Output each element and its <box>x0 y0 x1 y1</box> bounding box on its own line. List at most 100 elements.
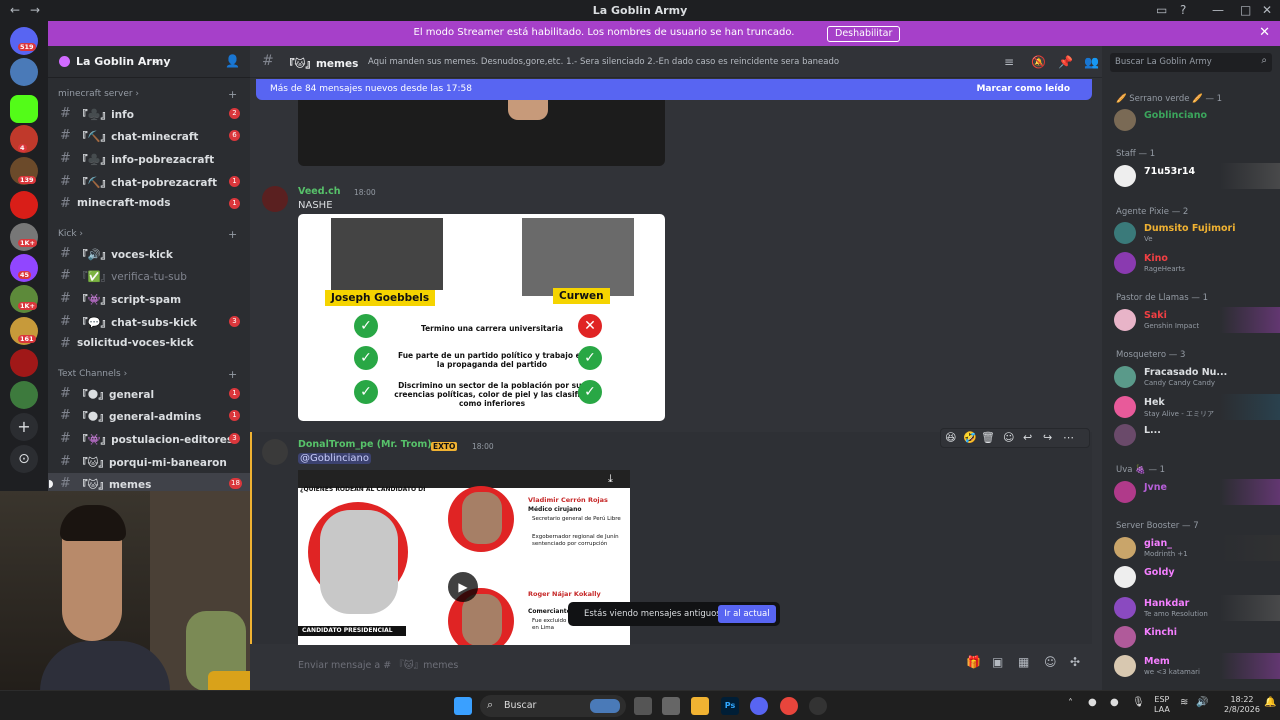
member-item[interactable]: 71u53r14 <box>1102 163 1280 189</box>
new-messages-bar[interactable]: Más de 84 mensajes nuevos desde las 17:5… <box>256 79 1092 100</box>
threads-icon[interactable]: ≡ <box>1004 55 1014 69</box>
channel-voces-kick[interactable]: # 『🔊』voces-kick <box>48 243 250 264</box>
channel-info[interactable]: # 『♣️』info 2 <box>48 103 250 124</box>
start-menu-icon[interactable] <box>454 697 472 715</box>
more-options-icon[interactable]: ⋯ <box>1063 431 1074 444</box>
channel-topic[interactable]: Aqui manden sus memes. Desnudos,gore,etc… <box>368 57 839 67</box>
mark-as-read-button[interactable]: Marcar como leído <box>976 84 1070 94</box>
chrome-icon[interactable] <box>780 697 798 715</box>
member-item[interactable]: Mem we <3 katamari <box>1102 653 1280 679</box>
channel-general-admins[interactable]: # 『🌑』general-admins 1 <box>48 405 250 426</box>
kick-guild-icon[interactable] <box>10 95 38 123</box>
previous-image-attachment[interactable] <box>298 100 665 166</box>
discord-icon[interactable] <box>750 697 768 715</box>
taskbar-search[interactable]: ⌕ Buscar <box>480 695 626 717</box>
add-server-icon[interactable]: + <box>10 413 38 441</box>
help-icon[interactable]: ? <box>1180 3 1186 17</box>
reaction-icon[interactable]: 😆 <box>945 431 956 444</box>
maximize-icon[interactable]: □ <box>1240 3 1251 17</box>
invite-people-icon[interactable]: 👤 <box>225 54 240 68</box>
guild-icon[interactable] <box>10 381 38 409</box>
user-mention[interactable]: @Goblinciano <box>298 453 371 464</box>
jump-to-present-button[interactable]: Ir al actual <box>718 605 776 623</box>
notifications-muted-icon[interactable]: 🔕 <box>1031 55 1046 69</box>
member-item[interactable]: Saki Genshin Impact <box>1102 307 1280 333</box>
member-item[interactable]: Goblinciano <box>1102 107 1280 133</box>
category-text-channels[interactable]: Text Channels › + <box>58 368 237 381</box>
member-item[interactable]: Jvne <box>1102 479 1280 505</box>
guild-icon[interactable] <box>10 349 38 377</box>
avatar[interactable] <box>262 439 288 465</box>
server-header[interactable]: La Goblin Army ⌄ 👤 <box>48 46 250 78</box>
file-explorer-icon[interactable] <box>691 697 709 715</box>
wifi-icon[interactable]: ≋ <box>1180 698 1188 708</box>
message-input[interactable]: Enviar mensaje a # 『🐱』memes 🎁 ▣ ▦ ☺ ✣ <box>286 650 1092 676</box>
member-list-icon[interactable]: 👥 <box>1084 55 1099 69</box>
apps-icon[interactable]: ✣ <box>1070 655 1080 669</box>
disable-streamer-button[interactable]: Deshabilitar <box>827 26 901 42</box>
tray-icon[interactable]: ● <box>1110 698 1119 708</box>
guild-icon[interactable] <box>10 191 38 219</box>
notifications-icon[interactable]: 🔔 <box>1264 698 1276 708</box>
channel-chat-minecraft[interactable]: # 『⛏️』chat-minecraft 6 <box>48 125 250 146</box>
microphone-icon[interactable]: 🎙 <box>1132 698 1145 708</box>
member-item[interactable]: Kinchi <box>1102 624 1280 650</box>
member-item[interactable]: Goldy <box>1102 564 1280 590</box>
reaction-icon[interactable]: 🤣 <box>963 431 977 444</box>
message-time: 18:00 <box>354 188 376 197</box>
minimize-icon[interactable]: — <box>1212 3 1224 17</box>
channel-solicitud-voces-kick[interactable]: # solicitud-voces-kick <box>48 333 250 354</box>
close-banner-icon[interactable]: ✕ <box>1259 25 1270 40</box>
meme-image-attachment[interactable]: Joseph Goebbels Curwen ✓ Termino una car… <box>298 214 665 421</box>
gift-icon[interactable]: 🎁 <box>966 655 981 669</box>
download-icon[interactable]: ⤓ <box>608 472 613 486</box>
goebbels-photo <box>331 218 443 290</box>
gif-icon[interactable]: ▣ <box>992 655 1003 669</box>
close-icon[interactable]: ✕ <box>1262 3 1272 17</box>
channel-memes[interactable]: # 『🐱』memes 18 <box>48 473 250 492</box>
play-icon[interactable]: ▶ <box>448 572 478 602</box>
reply-icon[interactable]: ↩ <box>1023 431 1032 444</box>
tray-icon[interactable]: ● <box>1088 698 1097 708</box>
task-view-icon[interactable] <box>634 697 652 715</box>
sticker-icon[interactable]: ▦ <box>1018 655 1029 669</box>
channel-postulacion-editores[interactable]: # 『👾』postulacion-editores 3 <box>48 428 250 449</box>
person1-role: Médico cirujano <box>528 506 582 513</box>
chevron-up-icon[interactable]: ˄ <box>1068 699 1073 709</box>
guild-icon[interactable] <box>10 58 38 86</box>
server-search-input[interactable]: Buscar La Goblin Army ⌕ <box>1110 53 1272 72</box>
member-item[interactable]: Hankdar Te amo Resolution <box>1102 595 1280 621</box>
category-kick[interactable]: Kick › + <box>58 228 237 241</box>
add-reaction-icon[interactable]: ☺ <box>1003 431 1014 444</box>
channel-script-spam[interactable]: # 『👾』script-spam <box>48 288 250 309</box>
inbox-icon[interactable]: ▭ <box>1156 3 1167 17</box>
emoji-icon[interactable]: ☺ <box>1044 655 1057 669</box>
channel-verifica-tu-sub[interactable]: # 『✅』verifica-tu-sub <box>48 265 250 286</box>
message-author[interactable]: Veed.ch <box>298 186 341 197</box>
channel-chat-pobrezacraft[interactable]: # 『⛏️』chat-pobrezacraft 1 <box>48 171 250 192</box>
channel-minecraft-mods[interactable]: # minecraft-mods 1 <box>48 193 250 214</box>
photoshop-icon[interactable]: Ps <box>721 697 739 715</box>
member-item[interactable]: Kino RageHearts <box>1102 250 1280 276</box>
member-item[interactable]: Fracasado Nu... Candy Candy Candy <box>1102 364 1280 390</box>
message-author[interactable]: DonalTrom_pe (Mr. Trom) <box>298 439 432 450</box>
clock[interactable]: 18:22 2/8/2026 <box>1224 695 1260 715</box>
pin-icon[interactable]: 📌 <box>1058 55 1073 69</box>
channel-info-pobrezacraft[interactable]: # 『♣️』info-pobrezacraft <box>48 148 250 169</box>
app-icon[interactable] <box>809 697 827 715</box>
app-icon[interactable] <box>662 697 680 715</box>
reaction-icon[interactable]: 🗑 <box>981 431 995 444</box>
volume-icon[interactable]: 🔊 <box>1196 698 1208 708</box>
forward-icon[interactable]: ↪ <box>1043 431 1052 444</box>
channel-general[interactable]: # 『🌑』general 1 <box>48 383 250 404</box>
member-item[interactable]: Hek Stay Alive - エミリア <box>1102 394 1280 420</box>
member-item[interactable]: Dumsito Fujimori Ve <box>1102 220 1280 246</box>
channel-chat-subs-kick[interactable]: # 『💬』chat-subs-kick 3 <box>48 311 250 332</box>
category-minecraft-server[interactable]: minecraft server › + <box>58 88 237 101</box>
member-item[interactable]: gian_ Modrinth +1 <box>1102 535 1280 561</box>
language-indicator[interactable]: ESP LAA <box>1154 695 1170 715</box>
member-item[interactable]: L... <box>1102 422 1280 448</box>
avatar[interactable] <box>262 186 288 212</box>
explore-icon[interactable]: ⊙ <box>10 445 38 473</box>
channel-porqui-mi-banearon[interactable]: # 『🐱』porqui-mi-banearon <box>48 451 250 472</box>
